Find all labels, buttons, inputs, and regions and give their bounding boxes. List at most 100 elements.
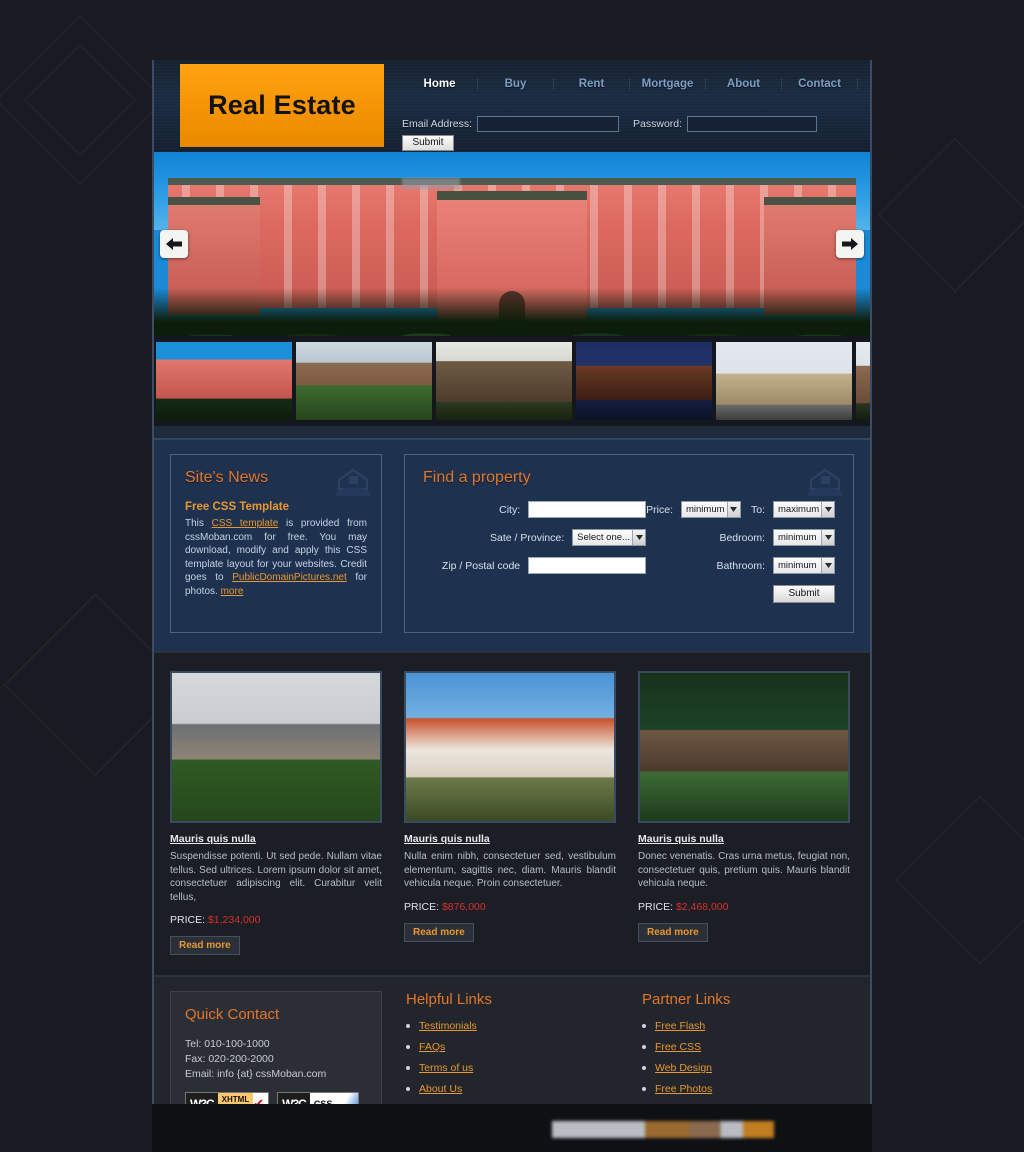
nav-item-rent[interactable]: Rent bbox=[554, 74, 629, 94]
price-minimum-select[interactable]: minimum bbox=[680, 501, 741, 518]
bullet-icon bbox=[642, 1066, 646, 1070]
find-submit-row: Submit bbox=[646, 585, 835, 603]
xhtml-badge-line1: XHTML bbox=[221, 1095, 250, 1104]
list-item: Terms of us bbox=[406, 1062, 618, 1074]
bathroom-value: minimum bbox=[778, 560, 817, 571]
nav-item-home[interactable]: Home bbox=[402, 74, 477, 94]
partner-link-free-photos[interactable]: Free Photos bbox=[655, 1083, 712, 1095]
city-row: City: bbox=[423, 501, 647, 518]
page-bottom-strip bbox=[152, 1104, 872, 1152]
thumbnail-night-bridge-city[interactable] bbox=[576, 342, 712, 420]
email-label: Email Address: bbox=[402, 118, 473, 130]
thumbnail-modern-skyscrapers[interactable] bbox=[716, 342, 852, 420]
nav-item-about[interactable]: About bbox=[706, 74, 781, 94]
bullet-icon bbox=[406, 1087, 410, 1091]
state-label: Sate / Province: bbox=[490, 531, 565, 544]
listing-title[interactable]: Mauris quis nulla bbox=[404, 833, 616, 845]
bedroom-label: Bedroom: bbox=[719, 531, 765, 544]
city-input[interactable] bbox=[528, 501, 647, 518]
nav-item-mortgage[interactable]: Mortgage bbox=[630, 74, 705, 94]
nav-item-buy[interactable]: Buy bbox=[478, 74, 553, 94]
find-form-right-column: Price: minimum To: maximum Bedroom: mini… bbox=[646, 501, 835, 614]
contact-tel: Tel: 010-100-1000 bbox=[185, 1038, 270, 1050]
find-property-form: City: Sate / Province: Select one... Zip… bbox=[423, 501, 835, 614]
login-form: Email Address: Password: Submit bbox=[402, 116, 862, 151]
thumbnail-brown-brick-manor[interactable] bbox=[436, 342, 572, 420]
state-select[interactable]: Select one... bbox=[572, 529, 647, 546]
arrow-right-icon[interactable] bbox=[836, 230, 864, 258]
helpful-links-title: Helpful Links bbox=[406, 991, 492, 1008]
obscured-region bbox=[402, 178, 460, 189]
read-more-button[interactable]: Read more bbox=[404, 922, 474, 942]
email-input[interactable] bbox=[477, 116, 620, 132]
list-item: Testimonials bbox=[406, 1020, 618, 1032]
find-form-left-column: City: Sate / Province: Select one... Zip… bbox=[423, 501, 647, 614]
news-heading: Free CSS Template bbox=[185, 501, 289, 513]
bullet-icon bbox=[406, 1066, 410, 1070]
price-maximum-value: maximum bbox=[778, 504, 820, 515]
bedroom-select[interactable]: minimum bbox=[773, 529, 835, 546]
bullet-icon bbox=[642, 1087, 646, 1091]
quick-contact-title: Quick Contact bbox=[185, 1006, 280, 1023]
list-item: Free Flash bbox=[642, 1020, 854, 1032]
news-link-css-template[interactable]: CSS template bbox=[212, 518, 279, 529]
helpful-link-testimonials[interactable]: Testimonials bbox=[419, 1020, 477, 1032]
obscured-bottom-text bbox=[552, 1121, 774, 1138]
house-icon bbox=[335, 467, 371, 502]
helpful-link-faqs[interactable]: FAQs bbox=[419, 1041, 445, 1053]
read-more-button[interactable]: Read more bbox=[170, 936, 240, 955]
login-submit-button[interactable]: Submit bbox=[402, 135, 454, 151]
list-item: FAQs bbox=[406, 1041, 618, 1053]
nav-item-contact[interactable]: Contact bbox=[782, 74, 857, 94]
zip-input[interactable] bbox=[528, 557, 647, 574]
read-more-button[interactable]: Read more bbox=[638, 922, 708, 942]
listing-price: PRICE: $2,468,000 bbox=[638, 901, 850, 913]
thumbnail-pink-baroque-palace[interactable] bbox=[156, 342, 292, 420]
chevron-down-icon bbox=[821, 502, 834, 517]
featured-listings: Mauris quis nulla Suspendisse potenti. U… bbox=[154, 651, 870, 975]
thumbnail-village-rooftops[interactable] bbox=[296, 342, 432, 420]
site-news-panel: Site's News Free CSS Template This CSS t… bbox=[170, 454, 382, 633]
bedroom-value: minimum bbox=[778, 532, 817, 543]
list-item: About Us bbox=[406, 1083, 618, 1095]
listing-title[interactable]: Mauris quis nulla bbox=[638, 833, 850, 845]
bullet-icon bbox=[406, 1045, 410, 1049]
helpful-links-list: Testimonials FAQs Terms of us About Us C… bbox=[406, 1020, 618, 1116]
bathroom-select[interactable]: minimum bbox=[773, 557, 835, 574]
thumbnail-townhouse-partial[interactable] bbox=[856, 342, 870, 420]
price-maximum-select[interactable]: maximum bbox=[773, 501, 835, 518]
list-item: Free Photos bbox=[642, 1083, 854, 1095]
arrow-left-icon[interactable] bbox=[160, 230, 188, 258]
listing-description: Donec venenatis. Cras urna metus, feugia… bbox=[638, 851, 850, 889]
thumbnail-strip bbox=[154, 336, 870, 426]
bedroom-row: Bedroom: minimum bbox=[646, 529, 835, 546]
city-label: City: bbox=[499, 503, 521, 516]
partner-link-free-flash[interactable]: Free Flash bbox=[655, 1020, 705, 1032]
listing-image-suburban-brick-house[interactable] bbox=[170, 671, 382, 823]
partner-link-free-css[interactable]: Free CSS bbox=[655, 1041, 701, 1053]
helpful-link-terms-of-us[interactable]: Terms of us bbox=[419, 1062, 473, 1074]
listing-image-orange-roof-villa[interactable] bbox=[404, 671, 616, 823]
news-text-1: This bbox=[185, 518, 212, 529]
news-body: This CSS template is provided from cssMo… bbox=[185, 517, 367, 598]
password-input[interactable] bbox=[687, 116, 818, 132]
partner-links-list: Free Flash Free CSS Web Design Free Phot… bbox=[642, 1020, 854, 1095]
to-label: To: bbox=[750, 503, 765, 516]
find-property-title: Find a property bbox=[423, 469, 531, 486]
news-link-publicdomainpictures[interactable]: PublicDomainPictures.net bbox=[232, 572, 347, 583]
state-row: Sate / Province: Select one... bbox=[423, 529, 647, 546]
news-link-more[interactable]: more bbox=[221, 586, 244, 597]
bathroom-row: Bathroom: minimum bbox=[646, 557, 835, 574]
listing-price-label: PRICE: bbox=[170, 914, 208, 926]
listing-title[interactable]: Mauris quis nulla bbox=[170, 833, 382, 845]
site-logo[interactable]: Real Estate bbox=[180, 64, 384, 147]
listing-card: Mauris quis nulla Suspendisse potenti. U… bbox=[170, 671, 382, 955]
listing-image-lakeside-chalet[interactable] bbox=[638, 671, 850, 823]
listing-card: Mauris quis nulla Donec venenatis. Cras … bbox=[638, 671, 850, 955]
partner-link-web-design[interactable]: Web Design bbox=[655, 1062, 712, 1074]
find-submit-button[interactable]: Submit bbox=[773, 585, 835, 603]
zip-label: Zip / Postal code bbox=[441, 559, 521, 572]
password-label: Password: bbox=[633, 118, 683, 130]
helpful-link-about-us[interactable]: About Us bbox=[419, 1083, 462, 1095]
hero-band-divider bbox=[154, 426, 870, 438]
